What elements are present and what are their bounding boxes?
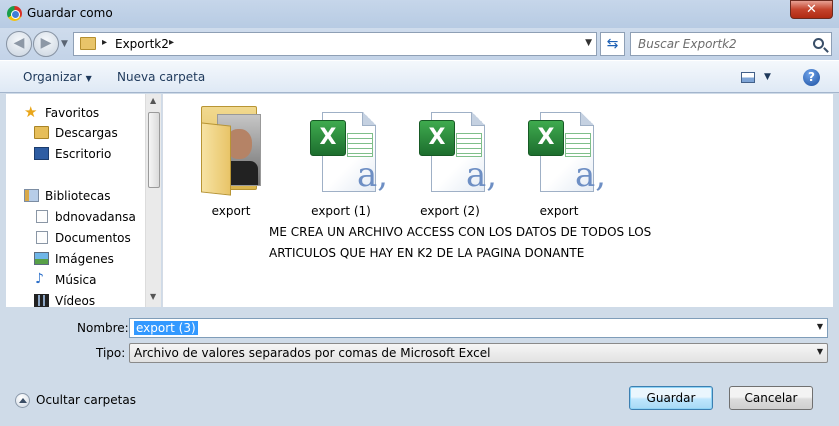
change-view-icon[interactable]: [741, 72, 755, 83]
file-list-pane: export a, X export (1) a, X export (2) a…: [162, 94, 833, 307]
window-title: Guardar como: [27, 6, 113, 20]
annotation-text: ME CREA UN ARCHIVO ACCESS CON LOS DATOS …: [269, 222, 689, 264]
sidebar-item-label: Imágenes: [55, 252, 114, 266]
desktop-icon: [34, 147, 49, 160]
scroll-thumb[interactable]: [148, 112, 160, 188]
sidebar-item-label: bdnovadansa: [55, 210, 136, 224]
cancel-button[interactable]: Cancelar: [729, 386, 813, 410]
scroll-down-icon[interactable]: ▼: [150, 292, 156, 301]
title-bar: Guardar como ✕: [0, 0, 839, 28]
view-options-dropdown[interactable]: ▼: [764, 72, 771, 82]
sidebar-item-bdnovadansa[interactable]: bdnovadansa: [6, 207, 146, 227]
new-folder-button[interactable]: Nueva carpeta: [117, 70, 205, 84]
forward-button[interactable]: ▶: [33, 31, 59, 57]
document-icon: [36, 210, 48, 223]
sidebar-item-label: Música: [55, 273, 97, 287]
pictures-icon: [34, 252, 49, 265]
sidebar-item-escritorio[interactable]: Escritorio: [6, 144, 146, 164]
videos-icon: [34, 294, 49, 307]
address-dropdown-icon[interactable]: ▼: [585, 38, 592, 48]
breadcrumb-exportk2[interactable]: Exportk2: [115, 37, 169, 51]
file-label: export: [211, 204, 251, 218]
collapse-up-icon: [15, 393, 30, 408]
excel-file-icon: a, X: [310, 108, 388, 195]
sidebar-item-favoritos[interactable]: ★ Favoritos: [6, 103, 146, 123]
recent-locations-dropdown[interactable]: ▼: [61, 39, 68, 49]
sidebar-item-label: Favoritos: [45, 106, 100, 120]
file-label: export (1): [311, 204, 371, 218]
chrome-icon: [7, 6, 22, 21]
arrow-right-icon: ▶: [40, 35, 52, 51]
sidebar-item-descargas[interactable]: Descargas: [6, 123, 146, 143]
navigation-pane: ★ Favoritos Descargas Escritorio Bibliot…: [6, 94, 161, 307]
file-item-csv[interactable]: a, X export (2): [405, 100, 497, 218]
search-icon[interactable]: [813, 38, 824, 49]
search-input[interactable]: Buscar Exportk2: [630, 32, 832, 56]
file-label: export (2): [420, 204, 480, 218]
excel-file-icon: a, X: [528, 108, 606, 195]
chevron-down-icon: ▼: [85, 74, 92, 83]
file-label: export: [539, 204, 579, 218]
file-item-csv[interactable]: a, X export: [514, 100, 606, 218]
search-placeholder: Buscar Exportk2: [638, 37, 737, 51]
sidebar-item-videos[interactable]: Vídeos: [6, 291, 146, 307]
file-type-label: Tipo:: [96, 346, 126, 360]
sidebar-item-label: Bibliotecas: [45, 189, 111, 203]
back-button[interactable]: ◀: [6, 31, 32, 57]
help-icon[interactable]: ?: [803, 69, 820, 86]
file-item-folder[interactable]: export: [186, 100, 276, 218]
file-type-value: Archivo de valores separados por comas d…: [134, 346, 491, 360]
chevron-down-icon[interactable]: ▼: [817, 322, 823, 331]
folder-icon: [80, 37, 96, 50]
organize-button[interactable]: Organizar ▼: [23, 70, 92, 84]
sidebar-item-imagenes[interactable]: Imágenes: [6, 249, 146, 269]
address-bar[interactable]: ▸ Exportk2 ▸ ▼: [73, 32, 597, 56]
breadcrumb-separator-icon[interactable]: ▸: [169, 37, 174, 48]
command-toolbar: Organizar ▼ Nueva carpeta ▼ ?: [0, 60, 839, 93]
arrow-left-icon: ◀: [13, 35, 25, 51]
breadcrumb-separator-icon[interactable]: ▸: [102, 37, 107, 48]
sidebar-item-label: Escritorio: [55, 147, 112, 161]
libraries-icon: [24, 189, 39, 202]
chevron-down-icon[interactable]: ▼: [817, 347, 823, 356]
organize-label: Organizar: [23, 70, 82, 84]
file-item-csv[interactable]: a, X export (1): [296, 100, 388, 218]
sidebar-item-label: Vídeos: [55, 294, 96, 307]
downloads-folder-icon: [34, 126, 49, 139]
file-name-field[interactable]: export (3) ▼: [129, 318, 828, 338]
close-button[interactable]: ✕: [790, 0, 833, 19]
sidebar-item-label: Documentos: [55, 231, 131, 245]
documents-icon: [36, 231, 48, 244]
sidebar-item-musica[interactable]: ♪ Música: [6, 270, 146, 290]
nav-scrollbar[interactable]: ▲ ▼: [145, 94, 161, 307]
folder-icon: [201, 106, 261, 196]
annotation-line: ME CREA UN ARCHIVO ACCESS CON LOS DATOS …: [269, 225, 652, 239]
excel-file-icon: a, X: [419, 108, 497, 195]
music-icon: ♪: [35, 271, 44, 287]
scroll-up-icon[interactable]: ▲: [150, 96, 156, 105]
sidebar-item-documentos[interactable]: Documentos: [6, 228, 146, 248]
address-row: ◀ ▶ ▼ ▸ Exportk2 ▸ ▼ ⇆ Buscar Exportk2: [0, 28, 839, 60]
sidebar-item-label: Descargas: [55, 126, 118, 140]
refresh-icon: ⇆: [606, 36, 619, 52]
refresh-button[interactable]: ⇆: [600, 32, 625, 56]
star-icon: ★: [24, 103, 38, 121]
file-name-label: Nombre:: [77, 321, 129, 335]
file-name-value[interactable]: export (3): [134, 321, 198, 335]
hide-folders-label: Ocultar carpetas: [36, 393, 136, 407]
annotation-line: ARTICULOS QUE HAY EN K2 DE LA PAGINA DON…: [269, 246, 585, 260]
file-type-select[interactable]: Archivo de valores separados por comas d…: [129, 343, 828, 363]
sidebar-item-bibliotecas[interactable]: Bibliotecas: [6, 186, 146, 206]
save-button[interactable]: Guardar: [629, 386, 713, 410]
